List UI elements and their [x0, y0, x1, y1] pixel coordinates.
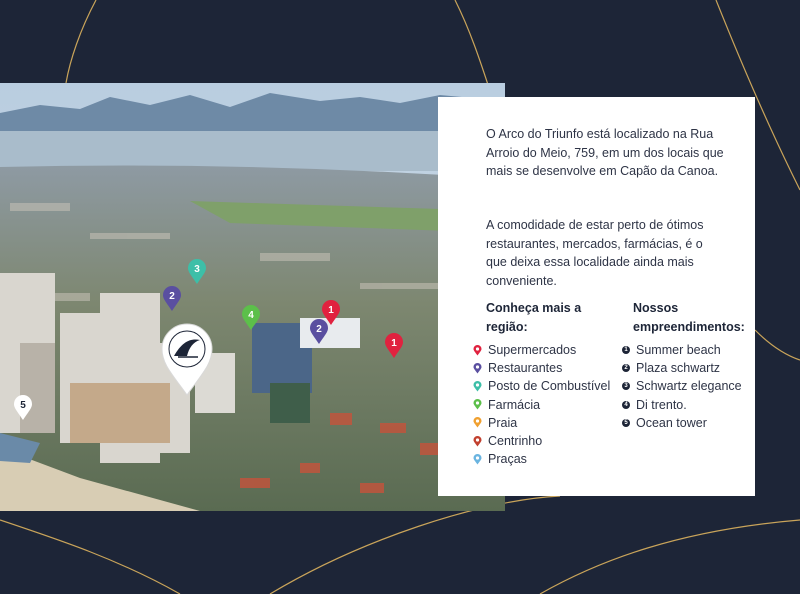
legend-item: Praia	[473, 414, 610, 432]
map-pin-number: 1	[391, 338, 397, 349]
legend-label: Restaurantes	[488, 361, 563, 376]
development-item: 2 Plaza schwartz	[622, 359, 742, 377]
legend-item: Farmácia	[473, 396, 610, 414]
location-info-card: O Arco do Triunfo está localizado na Rua…	[438, 97, 755, 496]
development-label: Plaza schwartz	[636, 361, 721, 376]
arco-do-triunfo-location-pin	[161, 323, 213, 396]
legend-label: Praças	[488, 452, 527, 467]
legend-item: Posto de Combustível	[473, 377, 610, 395]
map-pin-icon	[473, 399, 482, 410]
aerial-city-photo: 3 2 4 1 2 1 5	[0, 83, 505, 511]
number-badge: 3	[622, 382, 630, 391]
development-label: Summer beach	[636, 343, 721, 358]
map-pin-icon	[473, 453, 482, 465]
developments-title: Nossos empreendimentos:	[633, 301, 745, 334]
map-pin-icon	[473, 344, 482, 356]
map-pin-number: 1	[328, 305, 334, 316]
number-badge: 2	[622, 364, 630, 373]
region-legend-list: Supermercados Restaurantes Posto de Comb…	[473, 341, 610, 468]
map-pin-number: 2	[316, 324, 322, 335]
convenience-paragraph: A comodidade de estar perto de ótimos re…	[486, 218, 704, 288]
development-item: 1 Summer beach	[622, 341, 742, 359]
map-pin-number: 4	[248, 310, 254, 321]
legend-item: Centrinho	[473, 432, 610, 450]
legend-label: Farmácia	[488, 397, 541, 412]
development-label: Ocean tower	[636, 415, 707, 430]
development-item: 3 Schwartz elegance	[622, 377, 742, 395]
legend-item: Supermercados	[473, 341, 610, 359]
development-item: 4 Di trento.	[622, 396, 742, 414]
number-badge: 4	[622, 400, 630, 409]
map-pin-3: 3	[188, 259, 206, 284]
map-pin-number: 3	[194, 264, 200, 275]
region-title: Conheça mais a região:	[486, 301, 582, 334]
legend-item: Praças	[473, 450, 610, 468]
map-pin-4: 4	[242, 305, 260, 330]
intro-paragraph: O Arco do Triunfo está localizado na Rua…	[486, 127, 724, 178]
development-label: Schwartz elegance	[636, 379, 742, 394]
map-pin-number: 2	[169, 291, 175, 302]
legend-label: Supermercados	[488, 343, 577, 358]
legend-label: Posto de Combustível	[488, 379, 611, 394]
number-badge: 1	[622, 346, 630, 355]
map-pin-icon	[473, 362, 482, 374]
development-item: 5 Ocean tower	[622, 414, 742, 432]
map-pin-1b: 1	[385, 333, 403, 358]
map-pin-icon	[473, 435, 482, 447]
legend-label: Centrinho	[488, 434, 543, 449]
number-badge: 5	[622, 418, 630, 427]
developments-list: 1 Summer beach 2 Plaza schwartz 3 Schwar…	[622, 341, 742, 432]
map-pin-2b: 2	[310, 319, 328, 344]
map-pin-2: 2	[163, 286, 181, 311]
map-pin-5: 5	[14, 395, 32, 420]
legend-item: Restaurantes	[473, 359, 610, 377]
map-pin-icon	[473, 380, 482, 392]
development-label: Di trento.	[636, 397, 687, 412]
legend-label: Praia	[488, 415, 518, 430]
map-pin-icon	[473, 417, 482, 428]
map-pin-number: 5	[20, 400, 26, 411]
